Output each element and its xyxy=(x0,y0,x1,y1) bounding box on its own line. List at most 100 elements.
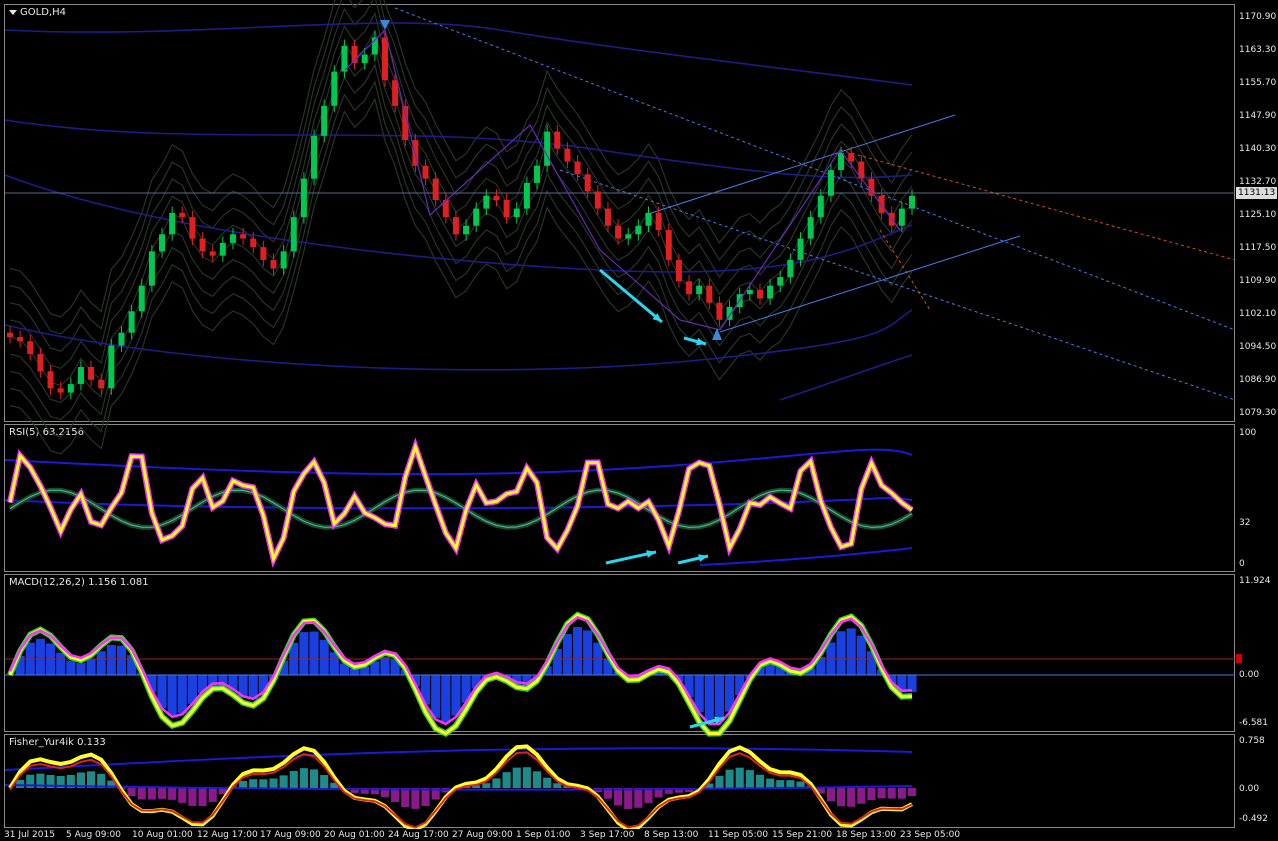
moving-average-line xyxy=(4,119,913,179)
rsi-scale: 100 32 0 xyxy=(1236,424,1278,572)
scale-tick: 100 xyxy=(1239,428,1257,438)
time-label: 12 Aug 17:00 xyxy=(197,830,258,840)
candle-body xyxy=(148,251,155,286)
candle-body xyxy=(675,259,682,282)
candle-body xyxy=(756,289,763,299)
candle-body xyxy=(645,212,652,226)
time-axis: 31 Jul 2015 5 Aug 09:00 10 Aug 01:00 12 Aug… xyxy=(0,829,1236,841)
candle-body xyxy=(625,234,632,239)
candle-body xyxy=(179,212,186,218)
scale-tick: 1086.90 xyxy=(1239,375,1277,385)
candle-body xyxy=(392,80,399,106)
scale-tick: 0 xyxy=(1239,559,1245,569)
candle-body xyxy=(77,366,84,385)
candle-body xyxy=(746,289,753,295)
scale-tick: 1079.30 xyxy=(1239,408,1277,418)
candle-body xyxy=(209,251,216,256)
candle-body xyxy=(838,152,845,171)
candle-body xyxy=(452,217,459,235)
scale-tick: 1132.70 xyxy=(1239,177,1277,187)
time-label: 31 Jul 2015 xyxy=(4,830,55,840)
scale-tick: 0.758 xyxy=(1239,736,1265,746)
time-label: 20 Aug 01:00 xyxy=(324,830,385,840)
scale-tick: 0.00 xyxy=(1239,670,1260,680)
time-label: 8 Sep 13:00 xyxy=(644,830,699,840)
candle-body xyxy=(584,174,591,192)
candle-body xyxy=(686,281,693,295)
candle-body xyxy=(878,195,885,213)
time-label: 5 Aug 09:00 xyxy=(66,830,121,840)
candle-body xyxy=(635,225,642,235)
candle-body xyxy=(128,311,135,333)
scale-tick: 1117.50 xyxy=(1239,243,1277,253)
candle-body xyxy=(706,285,713,303)
time-label: 10 Aug 01:00 xyxy=(132,830,193,840)
candle-body xyxy=(321,105,328,136)
candle-body xyxy=(544,131,551,166)
candle-body xyxy=(108,345,115,389)
candle-body xyxy=(696,285,703,295)
candle-body xyxy=(280,251,287,269)
time-label: 1 Sep 01:00 xyxy=(516,830,571,840)
rsi-glow-line xyxy=(7,437,914,568)
candle-body xyxy=(898,208,905,226)
scale-tick: 11.924 xyxy=(1239,576,1271,586)
candle-body xyxy=(817,195,824,218)
scale-tick: 1147.90 xyxy=(1239,111,1277,121)
candle-body xyxy=(665,229,672,260)
scale-tick: 32 xyxy=(1239,518,1251,528)
candle-body xyxy=(159,234,166,252)
scale-tick: -0.492 xyxy=(1239,814,1269,824)
candle-body xyxy=(37,354,44,372)
candle-body xyxy=(594,191,601,209)
candle-body xyxy=(767,285,774,299)
candle-body xyxy=(260,247,267,260)
scale-tick: 1155.70 xyxy=(1239,78,1277,88)
candle-body xyxy=(7,332,13,337)
candle-body xyxy=(199,238,206,252)
candle-body xyxy=(189,217,196,239)
fisher-scale: 0.758 0.00 -0.492 xyxy=(1236,734,1278,828)
candle-body xyxy=(523,182,530,209)
moving-average-line xyxy=(779,354,913,401)
candle-body xyxy=(290,217,297,252)
candle-body xyxy=(361,54,368,64)
scale-tick: 1109.90 xyxy=(1239,276,1277,286)
candle-body xyxy=(483,195,490,209)
chart-drawing xyxy=(4,0,1236,829)
time-label: 23 Sep 05:00 xyxy=(900,830,961,840)
channel-line xyxy=(719,235,1021,333)
candle-body xyxy=(827,170,834,196)
candle-body xyxy=(88,366,95,380)
candle-body xyxy=(169,212,176,235)
candle-body xyxy=(868,178,875,196)
fisher-band-line xyxy=(4,747,913,771)
scale-tick: 1163.30 xyxy=(1239,45,1277,55)
candle-body xyxy=(331,71,338,106)
bollinger-band-line xyxy=(9,0,913,335)
candle-body xyxy=(270,259,277,269)
candle-body xyxy=(463,225,470,235)
time-label: 27 Aug 09:00 xyxy=(452,830,513,840)
scale-tick: -6.581 xyxy=(1239,718,1269,728)
time-label: 18 Sep 13:00 xyxy=(836,830,897,840)
candle-body xyxy=(554,131,561,149)
price-scale[interactable]: 1170.90 1163.30 1155.70 1147.90 1140.30 1132.… xyxy=(1236,4,1278,422)
candle-body xyxy=(311,135,318,179)
candle-body xyxy=(47,371,54,389)
bollinger-band-line xyxy=(9,0,913,352)
time-label: 3 Sep 17:00 xyxy=(580,830,635,840)
candle-body xyxy=(381,37,388,81)
candle-body xyxy=(229,234,236,243)
candle-body xyxy=(797,238,804,260)
candle-body xyxy=(604,208,611,226)
candle-body xyxy=(17,336,24,342)
candle-body xyxy=(422,165,429,179)
candle-body xyxy=(27,341,34,355)
candle-body xyxy=(503,200,510,218)
candle-body xyxy=(848,152,855,162)
time-label: 11 Sep 05:00 xyxy=(708,830,769,840)
macd-level-marker xyxy=(1236,654,1242,663)
moving-average-line xyxy=(4,309,913,371)
candle-body xyxy=(57,388,64,393)
